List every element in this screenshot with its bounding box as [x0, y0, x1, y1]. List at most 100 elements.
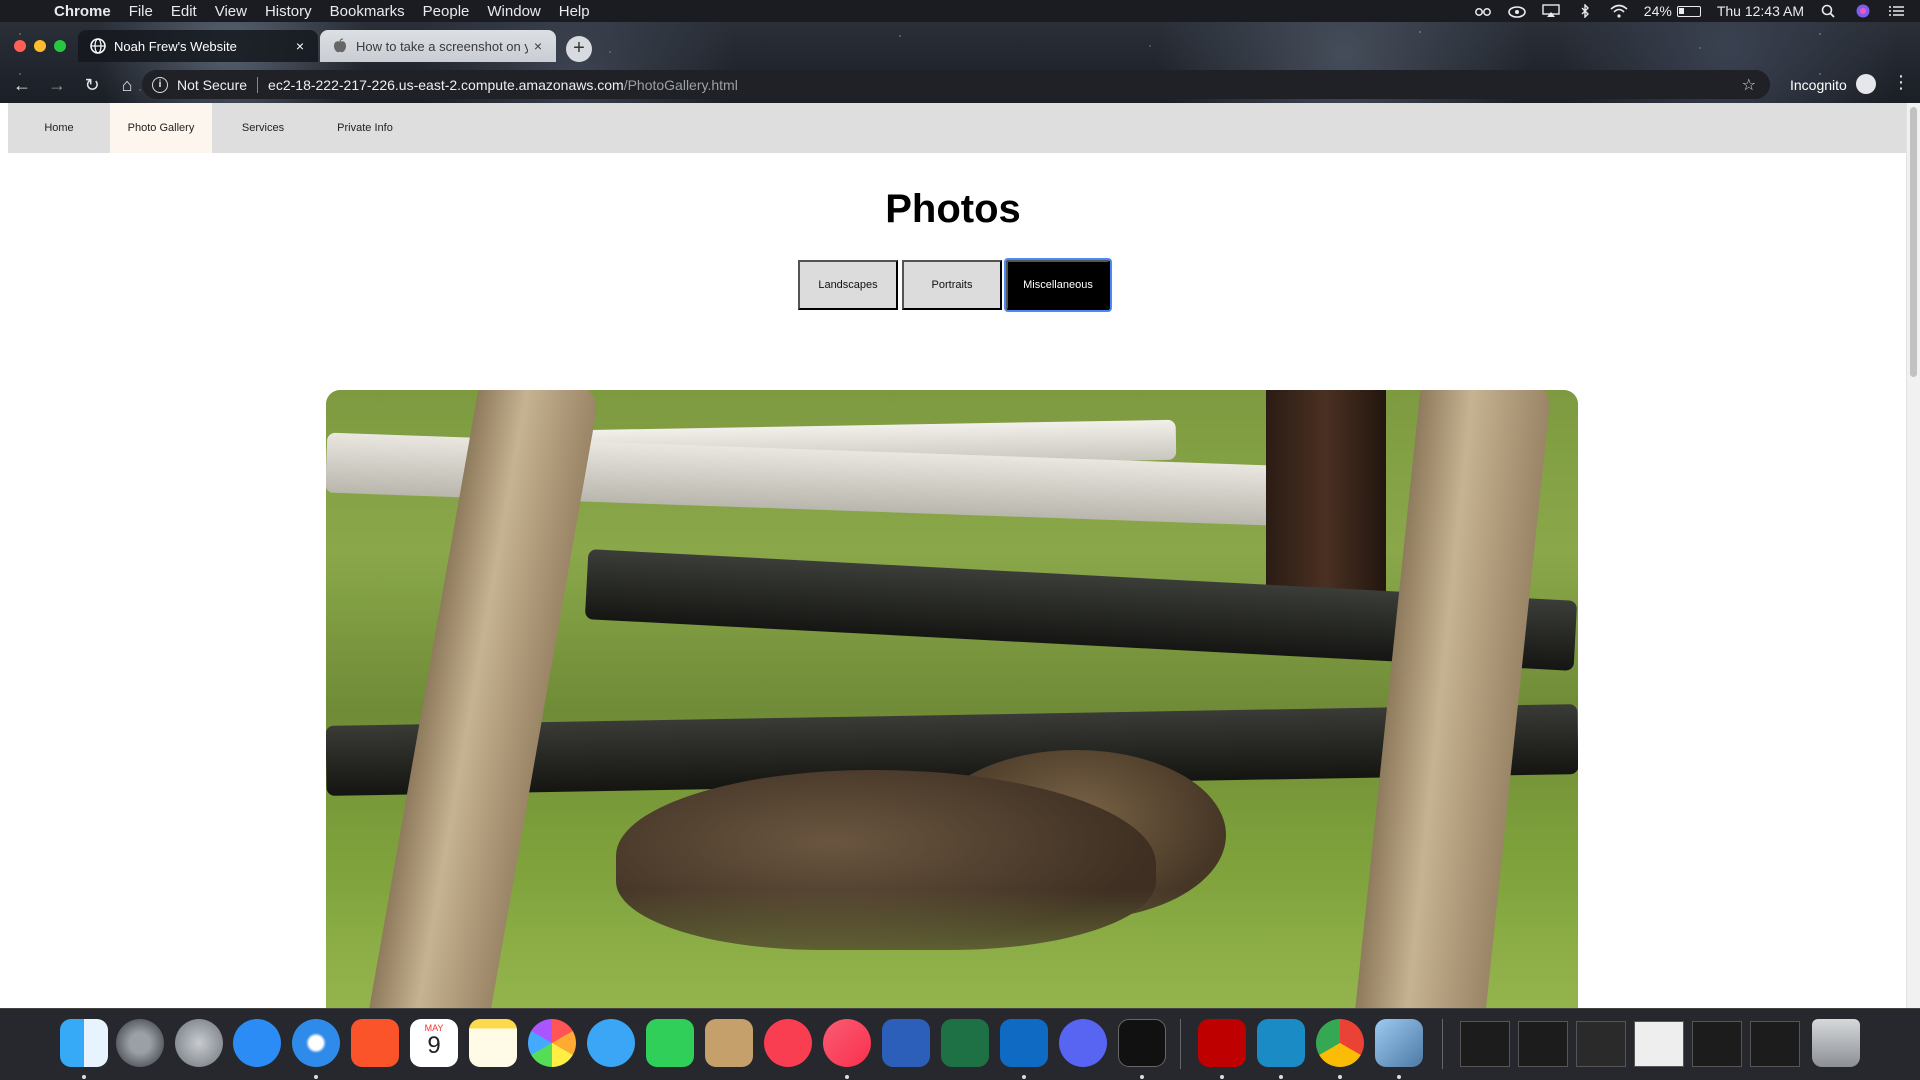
close-window-button[interactable] — [14, 40, 26, 52]
system-preferences-icon[interactable] — [116, 1019, 164, 1067]
filter-miscellaneous-button[interactable]: Miscellaneous — [1004, 258, 1112, 312]
filter-portraits-button[interactable]: Portraits — [902, 260, 1002, 310]
creative-cloud-icon[interactable] — [1507, 4, 1526, 18]
calendar-icon[interactable]: MAY 9 — [410, 1019, 458, 1067]
notification-center-icon[interactable] — [1888, 4, 1906, 18]
web-page: Home Photo Gallery Services Private Info… — [0, 103, 1920, 1008]
app-menu: Chrome File Edit View History Bookmarks … — [54, 3, 608, 20]
chrome-icon[interactable] — [1316, 1019, 1364, 1067]
address-bar[interactable]: i Not Secure ec2-18-222-217-226.us-east-… — [142, 70, 1770, 99]
reload-button[interactable]: ↻ — [79, 72, 105, 98]
menu-history[interactable]: History — [265, 3, 312, 20]
siri-icon[interactable] — [1854, 4, 1872, 18]
preview-icon[interactable] — [1375, 1019, 1423, 1067]
close-tab-icon[interactable]: × — [528, 38, 548, 54]
page-scrollbar[interactable] — [1906, 103, 1920, 1008]
running-indicator — [845, 1075, 849, 1079]
bookmark-star-icon[interactable]: ☆ — [1742, 75, 1756, 95]
nav-services[interactable]: Services — [212, 103, 314, 153]
tab-noah-frews-website[interactable]: Noah Frew's Website × — [78, 30, 318, 62]
contacts-icon[interactable] — [705, 1019, 753, 1067]
apple-favicon-icon — [332, 38, 348, 54]
minimized-window-thumbnail[interactable] — [1750, 1021, 1800, 1067]
wifi-icon[interactable] — [1610, 4, 1628, 18]
menu-people[interactable]: People — [423, 3, 470, 20]
minimized-window-thumbnail[interactable] — [1692, 1021, 1742, 1067]
running-indicator — [1338, 1075, 1342, 1079]
tab-title: Noah Frew's Website — [114, 38, 237, 54]
launchpad-icon[interactable] — [175, 1019, 223, 1067]
menu-help[interactable]: Help — [559, 3, 590, 20]
menu-bookmarks[interactable]: Bookmarks — [330, 3, 405, 20]
terminal-icon[interactable] — [1118, 1019, 1166, 1067]
menu-window[interactable]: Window — [487, 3, 540, 20]
filezilla-icon[interactable] — [1198, 1019, 1246, 1067]
incognito-label[interactable]: Incognito — [1790, 77, 1847, 93]
security-label[interactable]: Not Secure — [177, 77, 247, 93]
incognito-icon[interactable] — [1856, 74, 1876, 94]
close-tab-icon[interactable]: × — [290, 38, 310, 54]
airplay-icon[interactable] — [1542, 4, 1560, 18]
menu-bar: Chrome File Edit View History Bookmarks … — [0, 0, 1920, 22]
facetime-icon[interactable] — [646, 1019, 694, 1067]
notes-icon[interactable] — [469, 1019, 517, 1067]
minimize-window-button[interactable] — [34, 40, 46, 52]
running-indicator — [1397, 1075, 1401, 1079]
clock[interactable]: Thu 12:43 AM — [1717, 3, 1804, 19]
filter-landscapes-button[interactable]: Landscapes — [798, 260, 898, 310]
forward-button[interactable]: → — [44, 72, 70, 98]
running-indicator — [1140, 1075, 1144, 1079]
minimized-window-thumbnail[interactable] — [1576, 1021, 1626, 1067]
battery-indicator[interactable]: 24% — [1644, 3, 1701, 19]
finder-icon[interactable] — [60, 1019, 108, 1067]
photo-stump — [1266, 390, 1386, 610]
back-button[interactable]: ← — [9, 72, 35, 98]
messages-icon[interactable] — [587, 1019, 635, 1067]
scrollbar-thumb[interactable] — [1910, 107, 1917, 377]
nav-private-info[interactable]: Private Info — [314, 103, 416, 153]
home-button[interactable]: ⌂ — [114, 72, 140, 98]
dock: MAY 9 — [0, 1008, 1920, 1080]
word-icon[interactable] — [882, 1019, 930, 1067]
bluetooth-icon[interactable] — [1576, 3, 1594, 19]
chrome-menu-icon[interactable]: ⋮ — [1892, 72, 1910, 93]
page-title: Photos — [885, 187, 1021, 231]
calendar-day: 9 — [427, 1032, 441, 1059]
excel-icon[interactable] — [941, 1019, 989, 1067]
app-store-icon[interactable] — [233, 1019, 281, 1067]
tab-screenshot-howto[interactable]: How to take a screenshot on yo × — [320, 30, 556, 62]
minimized-window-thumbnail[interactable] — [1460, 1021, 1510, 1067]
outlook-icon[interactable] — [1000, 1019, 1048, 1067]
site-navigation: Home Photo Gallery Services Private Info — [8, 103, 1906, 153]
info-icon[interactable]: i — [152, 76, 168, 93]
globe-icon — [90, 38, 106, 54]
url-path: /PhotoGallery.html — [623, 76, 738, 93]
glasses-icon[interactable] — [1474, 4, 1492, 18]
nav-photo-gallery[interactable]: Photo Gallery — [110, 103, 212, 153]
citrix-icon[interactable] — [1257, 1019, 1305, 1067]
menu-view[interactable]: View — [215, 3, 247, 20]
menu-file[interactable]: File — [129, 3, 153, 20]
gallery-filter-group: Landscapes Portraits Miscellaneous — [798, 258, 1112, 312]
running-indicator — [314, 1075, 318, 1079]
photos-icon[interactable] — [528, 1019, 576, 1067]
minimized-window-thumbnail[interactable] — [1518, 1021, 1568, 1067]
omnibox-divider — [257, 76, 259, 93]
discord-icon[interactable] — [1059, 1019, 1107, 1067]
menu-app-name[interactable]: Chrome — [54, 3, 111, 20]
zoom-window-button[interactable] — [54, 40, 66, 52]
battery-icon — [1676, 5, 1701, 17]
menu-edit[interactable]: Edit — [171, 3, 197, 20]
news-icon[interactable] — [764, 1019, 812, 1067]
trash-icon[interactable] — [1812, 1019, 1860, 1067]
running-indicator — [82, 1075, 86, 1079]
music-icon[interactable] — [823, 1019, 871, 1067]
nav-home[interactable]: Home — [8, 103, 110, 153]
dock-divider — [1442, 1019, 1443, 1069]
spotlight-search-icon[interactable] — [1820, 4, 1838, 18]
new-tab-button[interactable]: + — [566, 36, 592, 62]
safari-icon[interactable] — [292, 1019, 340, 1067]
minimized-window-thumbnail[interactable] — [1634, 1021, 1684, 1067]
battery-percent: 24% — [1643, 3, 1672, 19]
brave-icon[interactable] — [351, 1019, 399, 1067]
